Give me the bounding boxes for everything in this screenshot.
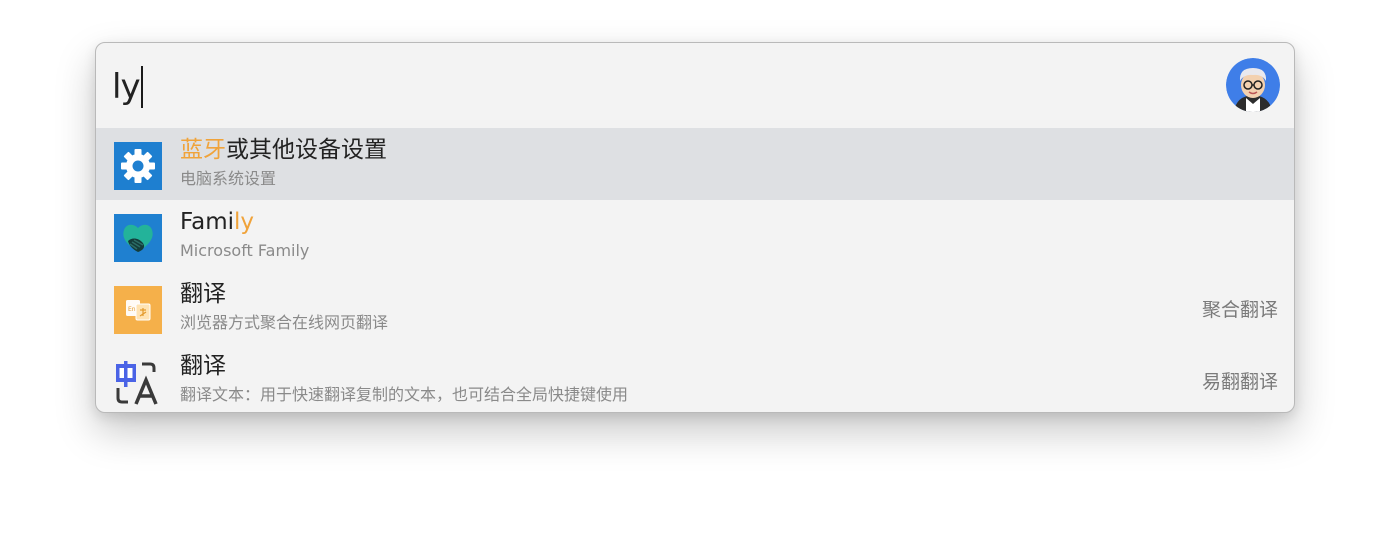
- translate-doc-icon: En: [114, 286, 162, 334]
- text-caret: [140, 66, 143, 108]
- launcher-window: ly 蓝牙或其他设备设置 电脑系统设置 Family Microsoft Fam…: [95, 42, 1295, 413]
- result-title: 翻译: [180, 281, 226, 307]
- svg-text:En: En: [128, 306, 136, 313]
- result-title: 翻译: [180, 353, 226, 379]
- list-item[interactable]: 翻译 翻译文本：用于快速翻译复制的文本，也可结合全局快捷键使用 易翻翻译: [96, 344, 1294, 412]
- family-heart-icon: [114, 214, 162, 262]
- gear-icon: [114, 142, 162, 190]
- results-list: 蓝牙或其他设备设置 电脑系统设置 Family Microsoft Family: [96, 128, 1294, 412]
- result-subtitle: 浏览器方式聚合在线网页翻译: [180, 313, 389, 332]
- list-item[interactable]: En 翻译 浏览器方式聚合在线网页翻译 聚合翻译: [96, 272, 1294, 344]
- result-source-label: 易翻翻译: [1201, 371, 1278, 393]
- title-rest: 或其他设备设置: [226, 137, 387, 163]
- title-match: 蓝牙: [180, 137, 226, 163]
- result-subtitle: 翻译文本：用于快速翻译复制的文本，也可结合全局快捷键使用: [180, 385, 629, 404]
- result-source-label: 聚合翻译: [1201, 299, 1278, 321]
- user-avatar-icon: [1226, 58, 1280, 112]
- title-match: ly: [234, 209, 255, 235]
- avatar[interactable]: [1226, 58, 1280, 112]
- settings-icon: [114, 142, 162, 190]
- search-bar[interactable]: ly: [96, 43, 1294, 129]
- title-prefix: Fami: [180, 209, 235, 235]
- yifan-translate-icon: [114, 358, 162, 406]
- list-item[interactable]: 蓝牙或其他设备设置 电脑系统设置: [96, 128, 1294, 200]
- search-input[interactable]: ly: [112, 65, 143, 109]
- result-title: 蓝牙或其他设备设置: [180, 134, 387, 166]
- translate-zh-a-icon: [116, 361, 158, 405]
- result-subtitle: Microsoft Family: [180, 241, 310, 260]
- search-query: ly: [112, 67, 141, 107]
- list-item[interactable]: Family Microsoft Family: [96, 200, 1294, 272]
- result-subtitle: 电脑系统设置: [180, 169, 277, 188]
- family-app-icon: [114, 214, 162, 262]
- result-title: Family: [180, 206, 254, 238]
- translate-app-icon: En: [114, 286, 162, 334]
